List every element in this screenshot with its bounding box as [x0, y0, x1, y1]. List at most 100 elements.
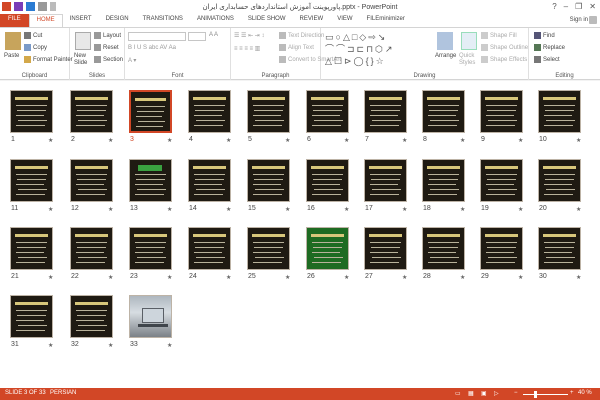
- quick-styles-button[interactable]: Quick Styles: [459, 53, 481, 67]
- transition-star-icon[interactable]: ★: [402, 137, 407, 144]
- shape-fill-button[interactable]: Shape Fill: [481, 32, 517, 39]
- select-button[interactable]: Select: [534, 56, 560, 63]
- slide-thumbnail-4[interactable]: [188, 90, 231, 133]
- slide-thumbnail-26[interactable]: [306, 227, 349, 270]
- format-painter-button[interactable]: Format Painter: [24, 56, 73, 63]
- shape-outline-button[interactable]: Shape Outline: [481, 44, 528, 51]
- tab-animations[interactable]: ANIMATIONS: [190, 14, 241, 27]
- zoom-slider-handle[interactable]: [534, 391, 537, 398]
- transition-star-icon[interactable]: ★: [108, 206, 113, 213]
- slide-thumbnail-19[interactable]: [480, 159, 523, 202]
- transition-star-icon[interactable]: ★: [344, 137, 349, 144]
- transition-star-icon[interactable]: ★: [285, 274, 290, 281]
- slide-thumbnail-20[interactable]: [538, 159, 581, 202]
- section-button[interactable]: Section: [94, 56, 123, 63]
- tab-slide-show[interactable]: SLIDE SHOW: [241, 14, 293, 27]
- slide-thumbnail-28[interactable]: [422, 227, 465, 270]
- slide-thumbnail-30[interactable]: [538, 227, 581, 270]
- slide-thumbnail-7[interactable]: [364, 90, 407, 133]
- layout-button[interactable]: Layout: [94, 32, 121, 39]
- tab-transitions[interactable]: TRANSITIONS: [136, 14, 190, 27]
- font-size-input[interactable]: [188, 32, 206, 41]
- reset-button[interactable]: Reset: [94, 44, 119, 51]
- transition-star-icon[interactable]: ★: [226, 137, 231, 144]
- slide-thumbnail-9[interactable]: [480, 90, 523, 133]
- transition-star-icon[interactable]: ★: [576, 206, 581, 213]
- grow-font-button[interactable]: A A: [209, 32, 218, 38]
- transition-star-icon[interactable]: ★: [285, 206, 290, 213]
- new-slide-icon[interactable]: [75, 32, 91, 50]
- slide-thumbnail-5[interactable]: [247, 90, 290, 133]
- reading-view-button[interactable]: ▣: [481, 390, 487, 397]
- slide-thumbnail-32[interactable]: [70, 295, 113, 338]
- copy-button[interactable]: Copy: [24, 44, 47, 51]
- transition-star-icon[interactable]: ★: [48, 137, 53, 144]
- transition-star-icon[interactable]: ★: [108, 137, 113, 144]
- transition-star-icon[interactable]: ★: [518, 137, 523, 144]
- slide-thumbnail-13[interactable]: [129, 159, 172, 202]
- transition-star-icon[interactable]: ★: [576, 137, 581, 144]
- transition-star-icon[interactable]: ★: [167, 137, 172, 144]
- text-direction-button[interactable]: Text Direction: [279, 32, 324, 39]
- transition-star-icon[interactable]: ★: [226, 206, 231, 213]
- zoom-slider[interactable]: [523, 394, 568, 395]
- transition-star-icon[interactable]: ★: [576, 274, 581, 281]
- restore-button[interactable]: ❐: [575, 2, 582, 11]
- sign-in-link[interactable]: Sign in: [570, 17, 588, 23]
- transition-star-icon[interactable]: ★: [518, 206, 523, 213]
- shape-effects-button[interactable]: Shape Effects: [481, 56, 527, 63]
- transition-star-icon[interactable]: ★: [167, 206, 172, 213]
- transition-star-icon[interactable]: ★: [48, 342, 53, 349]
- list-buttons[interactable]: ☰ ☰ ⇤ ⇥ ↕: [234, 32, 264, 39]
- normal-view-button[interactable]: ▭: [455, 390, 461, 397]
- transition-star-icon[interactable]: ★: [108, 274, 113, 281]
- transition-star-icon[interactable]: ★: [460, 274, 465, 281]
- align-buttons[interactable]: ≡ ≡ ≡ ≡ ▥: [234, 45, 260, 52]
- tab-design[interactable]: DESIGN: [99, 14, 136, 27]
- transition-star-icon[interactable]: ★: [518, 274, 523, 281]
- minimize-button[interactable]: –: [564, 2, 568, 11]
- new-slide-button[interactable]: New Slide: [74, 53, 96, 67]
- slide-thumbnail-10[interactable]: [538, 90, 581, 133]
- slide-thumbnail-3[interactable]: [129, 90, 172, 133]
- tab-review[interactable]: REVIEW: [293, 14, 331, 27]
- paste-button[interactable]: Paste: [4, 53, 19, 59]
- slide-thumbnail-27[interactable]: [364, 227, 407, 270]
- font-color-button[interactable]: A ▾: [128, 57, 136, 64]
- slide-thumbnail-14[interactable]: [188, 159, 231, 202]
- help-button[interactable]: ?: [552, 2, 556, 11]
- shapes-gallery[interactable]: ▭○△□◇⇨↘ ⌒⌒⊐⊏⊓⬡↗ △☐⊳◯{}☆: [325, 31, 435, 69]
- transition-star-icon[interactable]: ★: [226, 274, 231, 281]
- replace-button[interactable]: Replace: [534, 44, 565, 51]
- tab-insert[interactable]: INSERT: [63, 14, 99, 27]
- slide-thumbnail-2[interactable]: [70, 90, 113, 133]
- slide-thumbnail-23[interactable]: [129, 227, 172, 270]
- tab-file[interactable]: FILE: [0, 14, 29, 27]
- slide-thumbnail-31[interactable]: [10, 295, 53, 338]
- tab-view[interactable]: VIEW: [330, 14, 359, 27]
- cut-button[interactable]: Cut: [24, 32, 42, 39]
- account-avatar[interactable]: [589, 16, 597, 24]
- transition-star-icon[interactable]: ★: [402, 206, 407, 213]
- zoom-out-button[interactable]: −: [514, 390, 518, 396]
- tab-home[interactable]: HOME: [28, 14, 63, 27]
- transition-star-icon[interactable]: ★: [285, 137, 290, 144]
- tab-fileminimizer[interactable]: FILEminimizer: [360, 14, 412, 27]
- quick-styles-icon[interactable]: [461, 32, 477, 50]
- transition-star-icon[interactable]: ★: [108, 342, 113, 349]
- slide-thumbnail-15[interactable]: [247, 159, 290, 202]
- transition-star-icon[interactable]: ★: [48, 206, 53, 213]
- paste-icon[interactable]: [5, 32, 21, 50]
- arrange-button[interactable]: Arrange: [435, 53, 456, 59]
- language-indicator[interactable]: PERSIAN: [50, 390, 76, 396]
- transition-star-icon[interactable]: ★: [48, 274, 53, 281]
- slide-thumbnail-1[interactable]: [10, 90, 53, 133]
- transition-star-icon[interactable]: ★: [344, 206, 349, 213]
- font-format-buttons[interactable]: B I U S abc AV Aa: [128, 45, 176, 51]
- slide-thumbnail-22[interactable]: [70, 227, 113, 270]
- slide-thumbnail-29[interactable]: [480, 227, 523, 270]
- slide-thumbnail-17[interactable]: [364, 159, 407, 202]
- slideshow-view-button[interactable]: ▷: [494, 390, 499, 397]
- slide-thumbnail-6[interactable]: [306, 90, 349, 133]
- arrange-icon[interactable]: [437, 32, 453, 50]
